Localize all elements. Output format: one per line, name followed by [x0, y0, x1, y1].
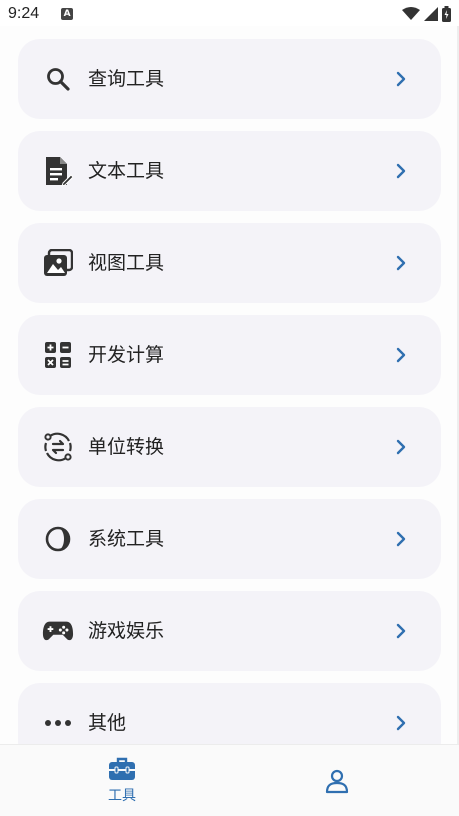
- menu-item-games[interactable]: 游戏娱乐: [18, 591, 441, 671]
- text-document-icon: [42, 155, 74, 187]
- menu-item-other[interactable]: 其他: [18, 683, 441, 744]
- menu-item-label: 其他: [88, 712, 127, 734]
- signal-icon: [424, 7, 438, 21]
- menu-item-view-tools[interactable]: 视图工具: [18, 223, 441, 303]
- convert-icon: [42, 431, 74, 463]
- menu-item-label: 查询工具: [88, 68, 165, 90]
- tools-list[interactable]: 查询工具 文本工具 视图工具 开发计算 单位转换 系统工具 游戏娱乐 其他: [0, 26, 459, 744]
- chevron-right-icon: [396, 255, 406, 271]
- battery-icon: [442, 6, 451, 22]
- menu-item-label: 文本工具: [88, 160, 165, 182]
- calculator-icon: [42, 339, 74, 371]
- chevron-right-icon: [396, 347, 406, 363]
- wifi-icon: [402, 7, 420, 20]
- menu-item-label: 单位转换: [88, 436, 165, 458]
- gamepad-icon: [42, 615, 74, 647]
- notification-icon: A: [61, 8, 74, 20]
- toolbox-icon: [109, 757, 135, 780]
- menu-item-text-tools[interactable]: 文本工具: [18, 131, 441, 211]
- nav-tab-tools[interactable]: 工具: [62, 745, 182, 816]
- chevron-right-icon: [396, 715, 406, 731]
- nav-tab-tools-label: 工具: [108, 788, 136, 804]
- nav-tab-profile[interactable]: [277, 745, 397, 816]
- chevron-right-icon: [396, 71, 406, 87]
- menu-item-label: 视图工具: [88, 252, 165, 274]
- chevron-right-icon: [396, 623, 406, 639]
- image-gallery-icon: [42, 247, 74, 279]
- more-dots-icon: [42, 707, 74, 739]
- contrast-icon: [42, 523, 74, 555]
- status-bar: 9:24 A: [0, 0, 459, 28]
- bottom-navigation: 工具: [0, 744, 459, 816]
- menu-item-label: 开发计算: [88, 344, 165, 366]
- menu-item-unit-convert[interactable]: 单位转换: [18, 407, 441, 487]
- menu-item-system-tools[interactable]: 系统工具: [18, 499, 441, 579]
- status-icons: [402, 6, 451, 22]
- menu-item-dev-calc[interactable]: 开发计算: [18, 315, 441, 395]
- chevron-right-icon: [396, 163, 406, 179]
- search-icon: [42, 63, 74, 95]
- chevron-right-icon: [396, 439, 406, 455]
- chevron-right-icon: [396, 531, 406, 547]
- menu-item-label: 系统工具: [88, 528, 165, 550]
- person-icon: [325, 769, 349, 794]
- status-time: 9:24: [8, 5, 40, 22]
- menu-item-query-tools[interactable]: 查询工具: [18, 39, 441, 119]
- menu-item-label: 游戏娱乐: [88, 620, 165, 642]
